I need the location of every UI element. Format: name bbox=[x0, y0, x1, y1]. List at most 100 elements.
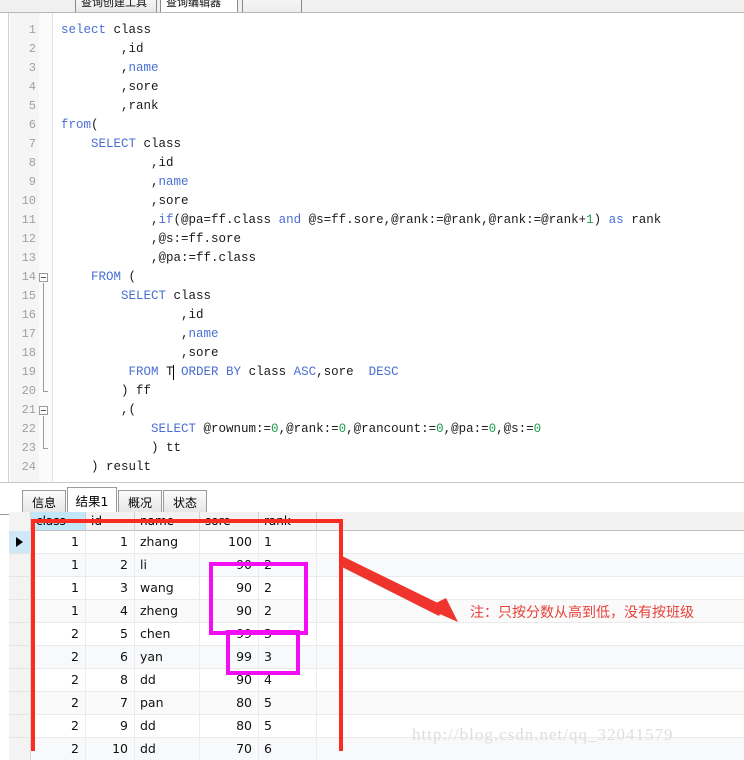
cell-sore[interactable]: 80 bbox=[200, 692, 259, 714]
table-row[interactable]: 2 6 yan 99 3 bbox=[31, 646, 744, 669]
cell-sore[interactable]: 99 bbox=[200, 623, 259, 645]
table-row[interactable]: 2 8 dd 90 4 bbox=[31, 669, 744, 692]
cell-name[interactable]: dd bbox=[135, 669, 200, 691]
row-selector-column[interactable] bbox=[9, 512, 31, 760]
row-selector[interactable] bbox=[9, 692, 31, 715]
cell-rank[interactable]: 2 bbox=[259, 600, 317, 622]
cell-name[interactable]: wang bbox=[135, 577, 200, 599]
code-text-area[interactable]: select class ,id ,name ,sore ,rank from( … bbox=[53, 13, 744, 482]
row-selector[interactable] bbox=[9, 669, 31, 692]
fold-collapse-icon[interactable] bbox=[39, 406, 48, 415]
cell-sore[interactable]: 99 bbox=[200, 646, 259, 668]
cell-class[interactable]: 1 bbox=[31, 554, 86, 576]
code-line[interactable]: ,@s:=ff.sore bbox=[61, 230, 241, 249]
tab-results[interactable]: 结果1 bbox=[67, 487, 117, 515]
cell-rank[interactable]: 5 bbox=[259, 692, 317, 714]
code-fold-column[interactable] bbox=[39, 13, 53, 482]
cell-name[interactable]: chen bbox=[135, 623, 200, 645]
row-selector[interactable] bbox=[9, 646, 31, 669]
code-line[interactable]: ,name bbox=[61, 59, 159, 78]
table-row[interactable]: 1 3 wang 90 2 bbox=[31, 577, 744, 600]
cell-class[interactable]: 2 bbox=[31, 646, 86, 668]
cell-sore[interactable]: 90 bbox=[200, 554, 259, 576]
column-header-sore[interactable]: sore bbox=[200, 512, 259, 531]
cell-class[interactable]: 2 bbox=[31, 715, 86, 737]
cell-class[interactable]: 2 bbox=[31, 623, 86, 645]
code-line[interactable]: ,sore bbox=[61, 192, 189, 211]
code-line[interactable]: ,id bbox=[61, 154, 174, 173]
cell-id[interactable]: 10 bbox=[86, 738, 135, 760]
cell-id[interactable]: 7 bbox=[86, 692, 135, 714]
cell-class[interactable]: 2 bbox=[31, 738, 86, 760]
cell-rank[interactable]: 5 bbox=[259, 715, 317, 737]
cell-name[interactable]: zhang bbox=[135, 531, 200, 553]
table-row[interactable]: 2 5 chen 99 3 bbox=[31, 623, 744, 646]
cell-name[interactable]: yan bbox=[135, 646, 200, 668]
cell-id[interactable]: 1 bbox=[86, 531, 135, 553]
row-selector[interactable] bbox=[9, 715, 31, 738]
cell-sore[interactable]: 90 bbox=[200, 577, 259, 599]
cell-id[interactable]: 3 bbox=[86, 577, 135, 599]
code-line[interactable]: from( bbox=[61, 116, 99, 135]
row-selector[interactable] bbox=[9, 623, 31, 646]
code-line[interactable]: SELECT class bbox=[61, 135, 181, 154]
top-tab-2[interactable] bbox=[242, 0, 302, 12]
code-line[interactable]: ,name bbox=[61, 325, 219, 344]
column-header-id[interactable]: id bbox=[86, 512, 135, 531]
fold-collapse-icon[interactable] bbox=[39, 273, 48, 282]
cell-rank[interactable]: 1 bbox=[259, 531, 317, 553]
result-grid-body[interactable]: class id name sore rank 1 1 zhang 100 1 1 2 li 90 2 1 3 w… bbox=[31, 512, 744, 760]
column-header-rank[interactable]: rank bbox=[259, 512, 317, 531]
code-line[interactable]: ) ff bbox=[61, 382, 151, 401]
cell-id[interactable]: 9 bbox=[86, 715, 135, 737]
top-tab-0[interactable]: 查询创建工具 bbox=[75, 0, 157, 12]
cell-sore[interactable]: 90 bbox=[200, 669, 259, 691]
code-line[interactable]: FROM ( bbox=[61, 268, 136, 287]
code-line[interactable]: ,sore bbox=[61, 78, 159, 97]
cell-sore[interactable]: 90 bbox=[200, 600, 259, 622]
cell-sore[interactable]: 80 bbox=[200, 715, 259, 737]
code-line[interactable]: ,name bbox=[61, 173, 189, 192]
cell-class[interactable]: 2 bbox=[31, 669, 86, 691]
code-line[interactable]: SELECT @rownum:=0,@rank:=0,@rancount:=0,… bbox=[61, 420, 541, 439]
cell-class[interactable]: 1 bbox=[31, 600, 86, 622]
cell-name[interactable]: zheng bbox=[135, 600, 200, 622]
cell-name[interactable]: pan bbox=[135, 692, 200, 714]
cell-sore[interactable]: 70 bbox=[200, 738, 259, 760]
code-line[interactable]: ,id bbox=[61, 306, 204, 325]
cell-name[interactable]: dd bbox=[135, 738, 200, 760]
cell-sore[interactable]: 100 bbox=[200, 531, 259, 553]
top-tab-1[interactable]: 查询编辑器 bbox=[160, 0, 238, 12]
row-selector[interactable] bbox=[9, 577, 31, 600]
code-line[interactable]: ) result bbox=[61, 458, 151, 477]
code-line[interactable]: select class bbox=[61, 21, 151, 40]
cell-id[interactable]: 2 bbox=[86, 554, 135, 576]
row-selector[interactable] bbox=[9, 738, 31, 760]
cell-rank[interactable]: 6 bbox=[259, 738, 317, 760]
cell-class[interactable]: 1 bbox=[31, 531, 86, 553]
code-line[interactable]: ,if(@pa=ff.class and @s=ff.sore,@rank:=@… bbox=[61, 211, 661, 230]
cell-class[interactable]: 1 bbox=[31, 577, 86, 599]
table-row[interactable]: 2 7 pan 80 5 bbox=[31, 692, 744, 715]
cell-rank[interactable]: 2 bbox=[259, 577, 317, 599]
code-line[interactable]: SELECT class bbox=[61, 287, 211, 306]
row-selector[interactable] bbox=[9, 600, 31, 623]
table-row[interactable]: 1 2 li 90 2 bbox=[31, 554, 744, 577]
result-grid[interactable]: class id name sore rank 1 1 zhang 100 1 1 2 li 90 2 1 3 w… bbox=[9, 512, 744, 760]
cell-rank[interactable]: 3 bbox=[259, 646, 317, 668]
cell-id[interactable]: 4 bbox=[86, 600, 135, 622]
code-line[interactable]: ,id bbox=[61, 40, 144, 59]
cell-class[interactable]: 2 bbox=[31, 692, 86, 714]
sql-editor[interactable]: 1 2 3 4 5 6 7 8 9 10 11 12 13 14 15 16 17 18 19 20 21 22 23 24 … bbox=[0, 13, 744, 483]
column-header-class[interactable]: class bbox=[31, 512, 86, 531]
cell-rank[interactable]: 3 bbox=[259, 623, 317, 645]
column-header-name[interactable]: name bbox=[135, 512, 200, 531]
cell-name[interactable]: dd bbox=[135, 715, 200, 737]
row-selector[interactable] bbox=[9, 554, 31, 577]
row-selector[interactable] bbox=[9, 531, 31, 554]
code-line[interactable]: ,@pa:=ff.class bbox=[61, 249, 256, 268]
table-row[interactable]: 1 1 zhang 100 1 bbox=[31, 531, 744, 554]
cell-id[interactable]: 5 bbox=[86, 623, 135, 645]
cell-rank[interactable]: 4 bbox=[259, 669, 317, 691]
code-line[interactable]: ) tt bbox=[61, 439, 181, 458]
